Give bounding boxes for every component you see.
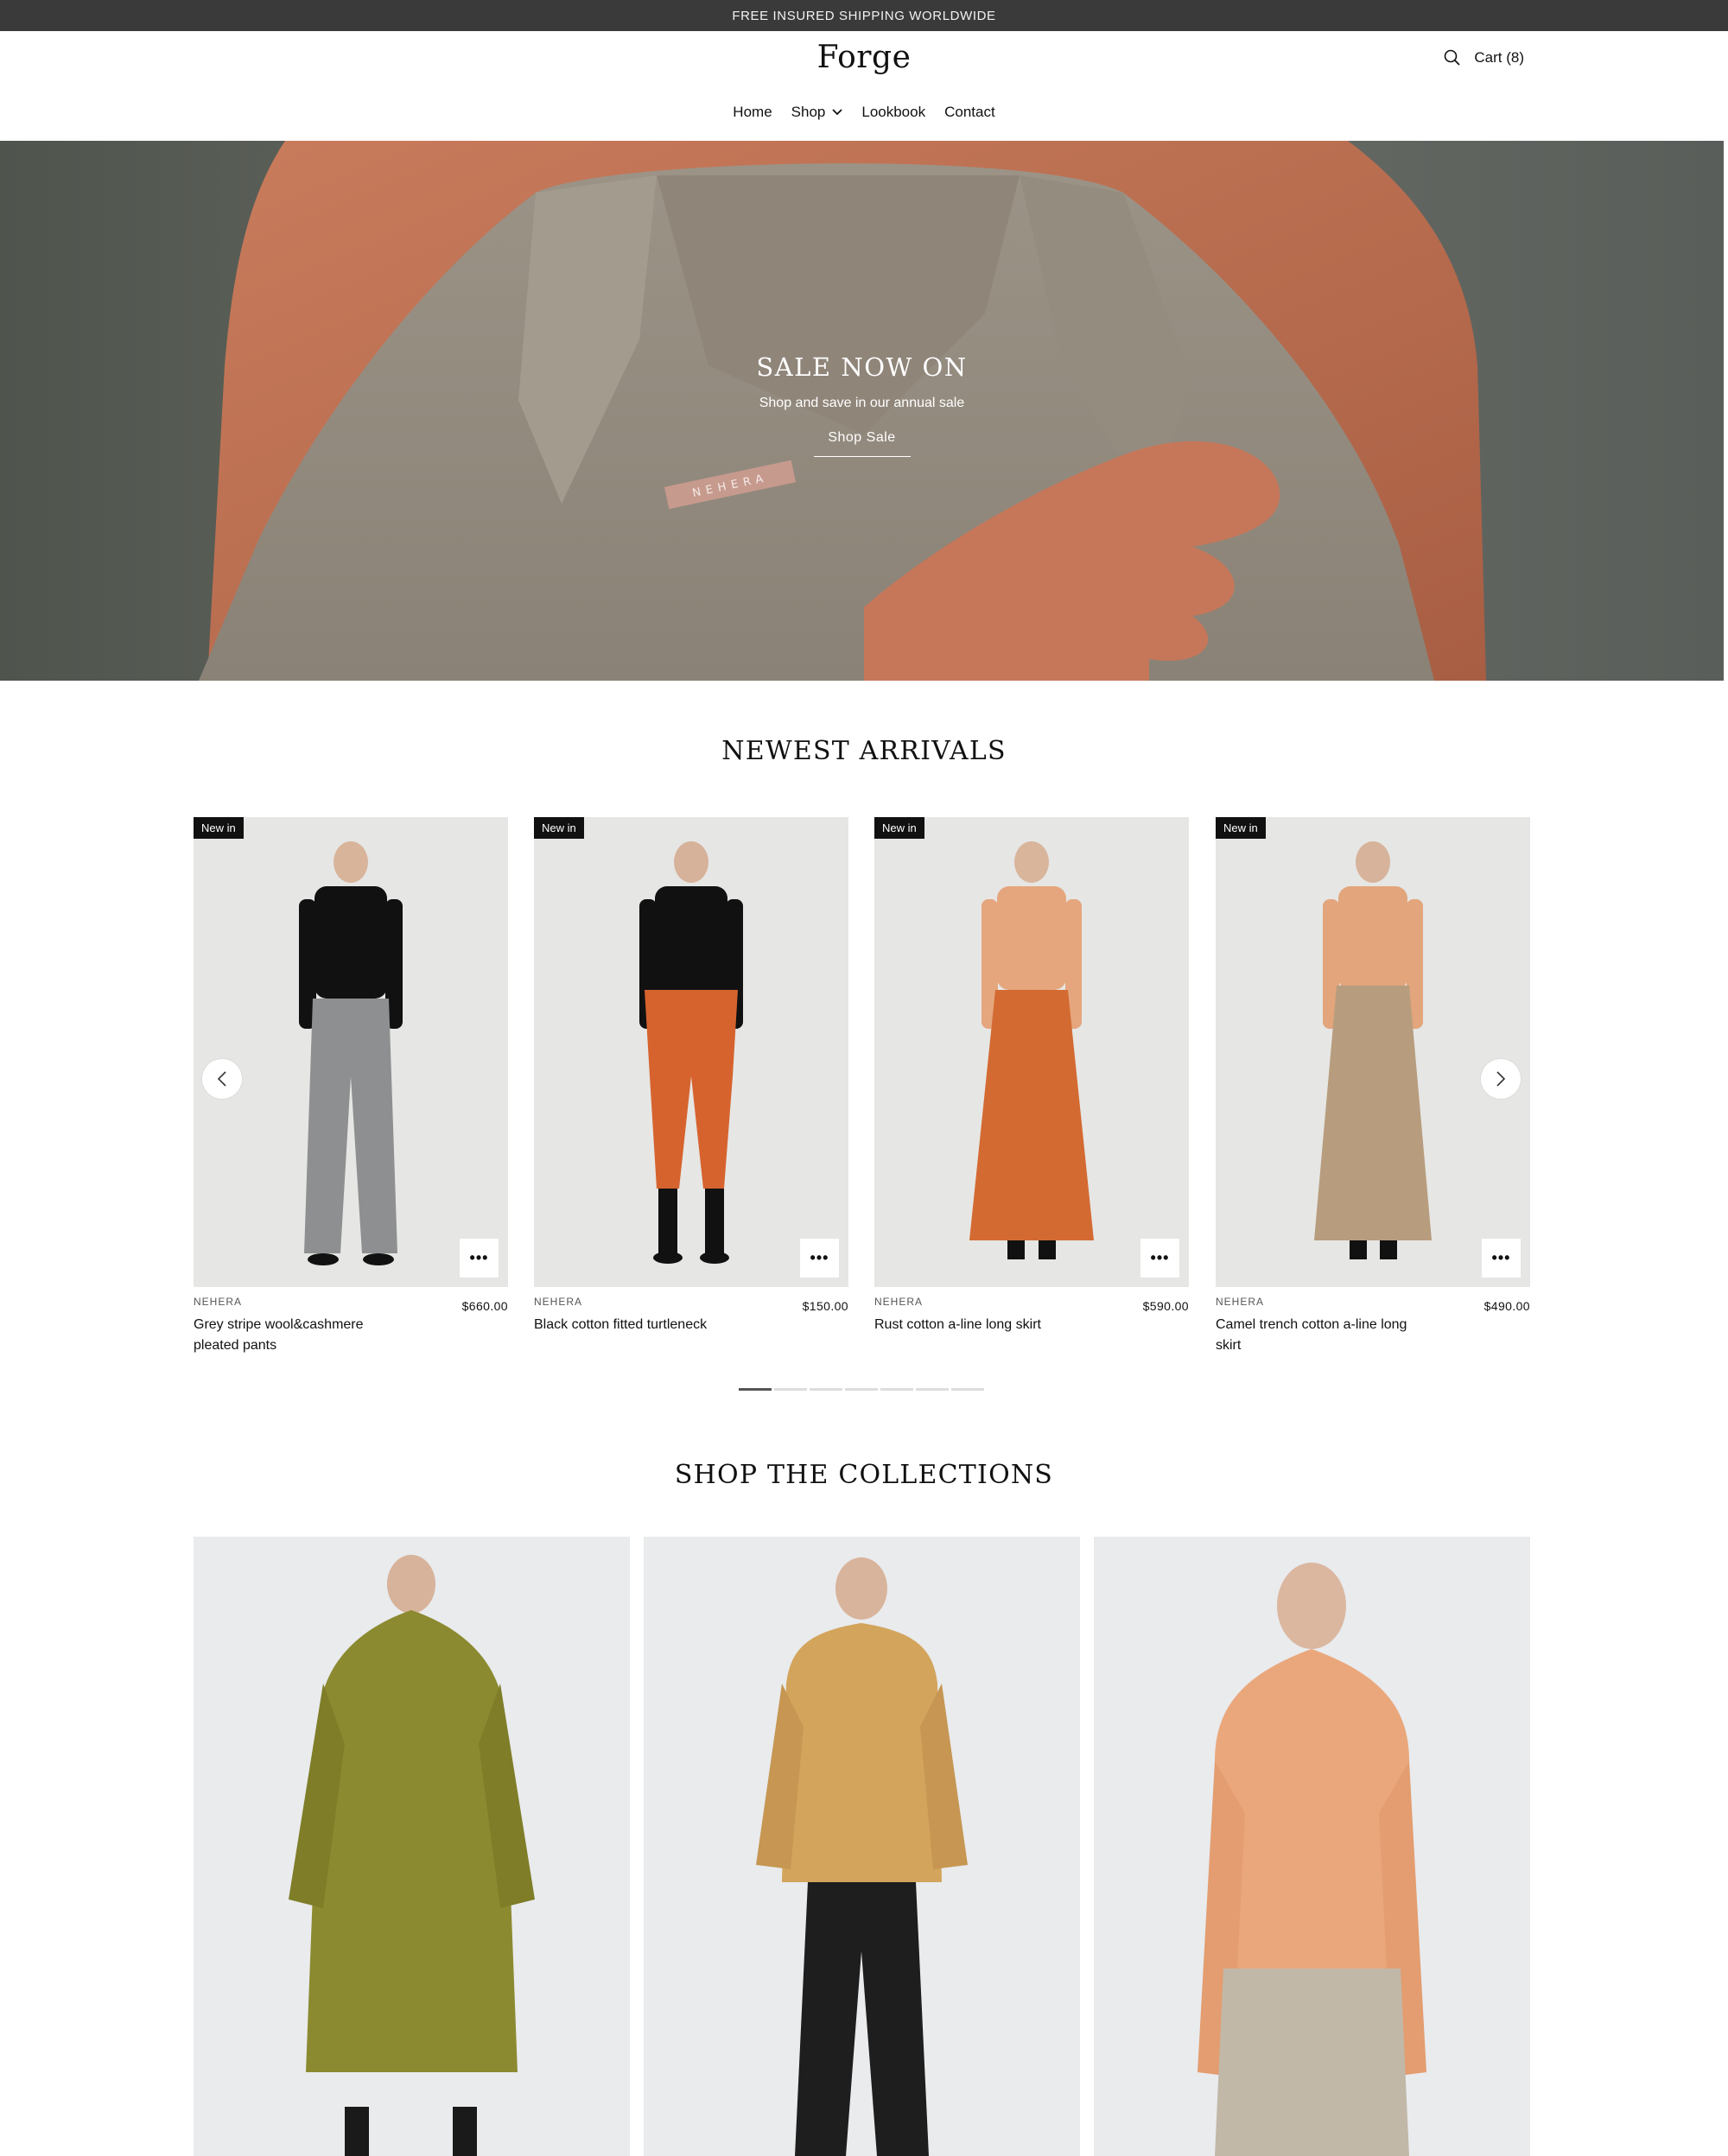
pagination-dot[interactable] xyxy=(880,1388,913,1391)
carousel-pagination xyxy=(739,1388,984,1391)
product-price: $660.00 xyxy=(461,1299,508,1313)
product-meta: NEHERA $590.00 Rust cotton a-line long s… xyxy=(874,1296,1189,1356)
cart-link[interactable]: Cart (8) xyxy=(1474,49,1524,67)
search-icon[interactable] xyxy=(1443,48,1462,67)
pagination-dot[interactable] xyxy=(774,1388,807,1391)
more-options-button[interactable]: ••• xyxy=(800,1239,839,1278)
collection-tile[interactable] xyxy=(194,1537,630,2156)
product-photo xyxy=(194,817,508,1287)
collection-image xyxy=(644,1537,1080,2156)
site-header: Forge Cart (8) Home Shop Lookbook Contac… xyxy=(0,31,1728,141)
nav-item-label: Home xyxy=(733,104,772,120)
hero-subtitle: Shop and save in our annual sale xyxy=(759,396,965,410)
product-name[interactable]: Camel trench cotton a-line long skirt xyxy=(1216,1315,1423,1356)
new-in-badge: New in xyxy=(534,817,584,839)
new-in-badge: New in xyxy=(1216,817,1266,839)
product-meta: NEHERA $150.00 Black cotton fitted turtl… xyxy=(534,1296,848,1356)
chevron-down-icon xyxy=(832,109,842,116)
carousel-prev-button[interactable] xyxy=(202,1059,242,1099)
pagination-dot[interactable] xyxy=(810,1388,842,1391)
more-options-button[interactable]: ••• xyxy=(1140,1239,1179,1278)
header-actions: Cart (8) xyxy=(1443,48,1524,67)
product-meta: NEHERA $490.00 Camel trench cotton a-lin… xyxy=(1216,1296,1530,1356)
product-image[interactable]: New in ••• xyxy=(1216,817,1530,1287)
collection-image xyxy=(194,1537,630,2156)
collection-image xyxy=(1094,1537,1530,2156)
nav-item-label: Lookbook xyxy=(861,104,926,120)
collection-tile[interactable] xyxy=(644,1537,1080,2156)
shop-collections-title: SHOP THE COLLECTIONS xyxy=(674,1460,1054,1490)
shop-sale-button[interactable]: Shop Sale xyxy=(813,430,911,457)
product-photo xyxy=(534,817,848,1287)
product-vendor: NEHERA xyxy=(1216,1296,1265,1308)
hero-banner: NEHERA SALE NOW ON Shop and save in our … xyxy=(0,141,1724,681)
product-vendor: NEHERA xyxy=(874,1296,924,1308)
product-meta: NEHERA $660.00 Grey stripe wool&cashmere… xyxy=(194,1296,508,1356)
product-card[interactable]: New in ••• NEHERA $150.00 Black cotton f… xyxy=(534,817,848,1356)
pagination-dot[interactable] xyxy=(739,1388,772,1391)
nav-item-label: Shop xyxy=(791,104,826,120)
product-card[interactable]: New in ••• NEHERA $660.00 Grey stripe wo… xyxy=(194,817,508,1356)
nav-item-shop[interactable]: Shop xyxy=(791,104,843,121)
main-nav: Home Shop Lookbook Contact xyxy=(0,104,1728,121)
hero-content: SALE NOW ON Shop and save in our annual … xyxy=(0,352,1724,457)
pagination-dot[interactable] xyxy=(916,1388,949,1391)
collection-tile[interactable] xyxy=(1094,1537,1530,2156)
product-name[interactable]: Grey stripe wool&cashmere pleated pants xyxy=(194,1315,401,1356)
hero-title: SALE NOW ON xyxy=(756,352,968,382)
more-options-button[interactable]: ••• xyxy=(1482,1239,1521,1278)
product-image[interactable]: New in ••• xyxy=(874,817,1189,1287)
product-photo xyxy=(1216,817,1530,1287)
product-name[interactable]: Black cotton fitted turtleneck xyxy=(534,1315,741,1335)
product-price: $490.00 xyxy=(1483,1299,1530,1313)
product-vendor: NEHERA xyxy=(194,1296,243,1308)
announcement-bar: FREE INSURED SHIPPING WORLDWIDE xyxy=(0,0,1728,31)
product-card[interactable]: New in ••• NEHERA $590.00 Rust cotton a-… xyxy=(874,817,1189,1356)
new-in-badge: New in xyxy=(874,817,924,839)
pagination-dot[interactable] xyxy=(845,1388,878,1391)
nav-item-contact[interactable]: Contact xyxy=(944,104,995,121)
product-name[interactable]: Rust cotton a-line long skirt xyxy=(874,1315,1082,1335)
product-price: $150.00 xyxy=(802,1299,848,1313)
chevron-right-icon xyxy=(1496,1071,1506,1087)
chevron-left-icon xyxy=(217,1071,226,1087)
product-photo xyxy=(874,817,1189,1287)
pagination-dot[interactable] xyxy=(951,1388,984,1391)
newest-arrivals-title: NEWEST ARRIVALS xyxy=(721,736,1007,766)
nav-item-lookbook[interactable]: Lookbook xyxy=(861,104,925,121)
carousel-next-button[interactable] xyxy=(1481,1059,1521,1099)
announcement-text: FREE INSURED SHIPPING WORLDWIDE xyxy=(732,8,996,23)
product-image[interactable]: New in ••• xyxy=(534,817,848,1287)
product-image[interactable]: New in ••• xyxy=(194,817,508,1287)
product-vendor: NEHERA xyxy=(534,1296,583,1308)
nav-item-label: Contact xyxy=(944,104,995,120)
more-options-button[interactable]: ••• xyxy=(460,1239,499,1278)
new-in-badge: New in xyxy=(194,817,244,839)
nav-item-home[interactable]: Home xyxy=(733,104,772,121)
product-price: $590.00 xyxy=(1142,1299,1189,1313)
